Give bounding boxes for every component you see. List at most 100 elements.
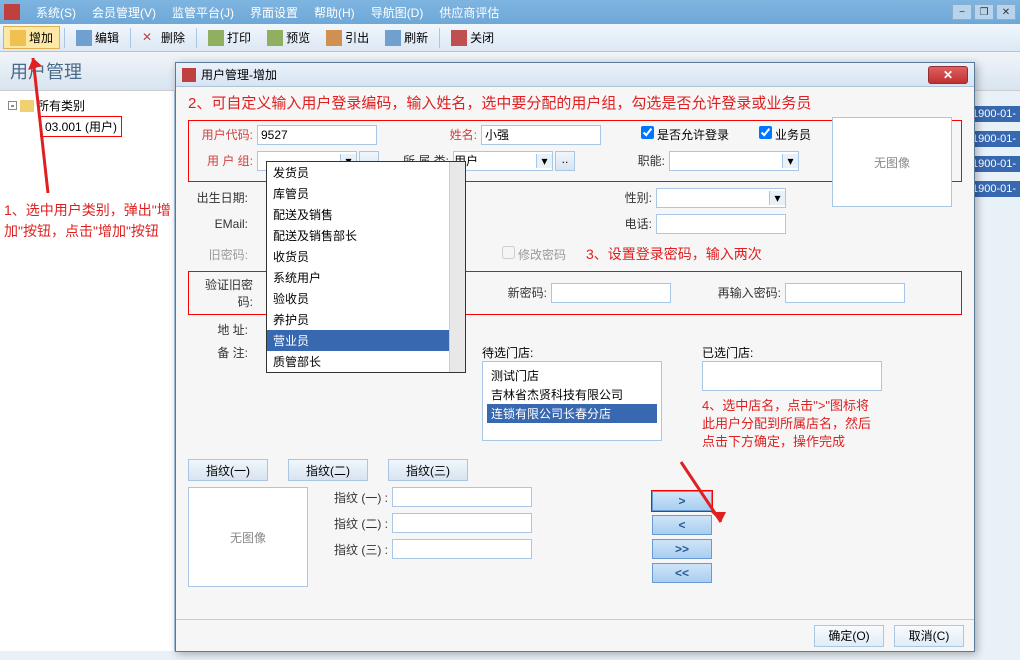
fp1-input[interactable]	[392, 487, 532, 507]
fingerprint-1-button[interactable]: 指纹(一)	[188, 459, 268, 481]
annotation-2: 2、可自定义输入用户登录编码，输入姓名，选中要分配的用户组，勾选是否允许登录或业…	[188, 93, 962, 116]
date-cell: 1900-01-	[970, 131, 1020, 147]
fp3-input[interactable]	[392, 539, 532, 559]
menu-system[interactable]: 系统(S)	[28, 4, 84, 21]
list-item[interactable]: 测试门店	[487, 366, 657, 385]
annotation-4: 4、选中店名，点击">"图标将此用户分配到所属店名，然后点击下方确定，操作完成	[702, 397, 882, 452]
salesman-checkbox[interactable]: 业务员	[759, 126, 811, 143]
print-button[interactable]: 打印	[201, 26, 258, 49]
salesman-label: 业务员	[775, 128, 811, 142]
menu-vendor[interactable]: 供应商评估	[431, 4, 507, 21]
window-close-button[interactable]: ✕	[996, 4, 1016, 20]
cancel-button[interactable]: 取消(C)	[894, 625, 964, 647]
dropdown-item-selected[interactable]: 营业员	[267, 330, 465, 351]
dropdown-item[interactable]: 配送及销售	[267, 204, 465, 225]
toolbar: 增加 编辑 ✕删除 打印 预览 引出 刷新 关闭	[0, 24, 1020, 52]
fingerprint-3-button[interactable]: 指纹(三)	[388, 459, 468, 481]
repeat-pwd-input[interactable]	[785, 283, 905, 303]
user-code-input[interactable]	[257, 125, 377, 145]
dropdown-scrollbar[interactable]	[449, 162, 465, 372]
window-restore-button[interactable]: ❐	[974, 4, 994, 20]
birth-label: 出生日期:	[188, 189, 248, 206]
menu-help[interactable]: 帮助(H)	[306, 4, 363, 21]
no-image-label: 无图像	[874, 154, 910, 171]
repeat-pwd-label: 再输入密码:	[701, 284, 781, 301]
user-code-label: 用户代码:	[193, 126, 253, 143]
email-label: EMail:	[188, 217, 248, 231]
refresh-icon	[385, 30, 401, 46]
fp2-input[interactable]	[392, 513, 532, 533]
dropdown-item[interactable]: 收货员	[267, 246, 465, 267]
chevron-down-icon: ▾	[782, 154, 798, 168]
remark-label: 备 注:	[188, 344, 248, 361]
role-label: 职能:	[605, 152, 665, 169]
delete-button[interactable]: ✕删除	[135, 26, 192, 49]
add-icon	[10, 30, 26, 46]
move-left-button[interactable]: <	[652, 515, 712, 535]
category-search-button[interactable]: ..	[555, 151, 575, 171]
selected-stores-list[interactable]	[702, 361, 882, 391]
list-item[interactable]: 吉林省杰贤科技有限公司	[487, 385, 657, 404]
list-item-selected[interactable]: 连锁有限公司长春分店	[487, 404, 657, 423]
date-cell: 1900-01-	[970, 106, 1020, 122]
move-all-left-button[interactable]: <<	[652, 563, 712, 583]
move-all-right-button[interactable]: >>	[652, 539, 712, 559]
dropdown-item[interactable]: 养护员	[267, 309, 465, 330]
export-label: 引出	[345, 29, 369, 46]
export-icon	[326, 30, 342, 46]
refresh-button[interactable]: 刷新	[378, 26, 435, 49]
ok-button[interactable]: 确定(O)	[814, 625, 884, 647]
phone-input[interactable]	[656, 214, 786, 234]
dropdown-item[interactable]: 配送及销售部长	[267, 225, 465, 246]
dropdown-item[interactable]: 质管部长	[267, 351, 465, 372]
gender-combo[interactable]: ▾	[656, 188, 786, 208]
annotation-3: 3、设置登录密码，输入两次	[586, 244, 762, 265]
menu-ui[interactable]: 界面设置	[242, 4, 306, 21]
fp3-label: 指纹 (三) :	[328, 541, 388, 558]
change-pwd-checkbox[interactable]: 修改密码	[502, 246, 566, 263]
close-icon	[451, 30, 467, 46]
dropdown-item[interactable]: 发货员	[267, 162, 465, 183]
change-pwd-label: 修改密码	[518, 248, 566, 262]
delete-icon: ✕	[142, 30, 158, 46]
verify-pwd-label: 验证旧密码:	[193, 276, 253, 310]
edit-label: 编辑	[95, 29, 119, 46]
window-minimize-button[interactable]: −	[952, 4, 972, 20]
tree-root[interactable]: -所有类别	[4, 95, 170, 116]
user-group-label: 用 户 组:	[193, 152, 253, 169]
fp2-label: 指纹 (二) :	[328, 515, 388, 532]
menu-member[interactable]: 会员管理(V)	[84, 4, 164, 21]
allow-login-checkbox[interactable]: 是否允许登录	[641, 126, 729, 143]
allow-login-label: 是否允许登录	[657, 128, 729, 142]
dialog-close-button[interactable]: ✕	[928, 66, 968, 84]
dialog-footer: 确定(O) 取消(C)	[176, 619, 974, 651]
dropdown-item[interactable]: 系统用户	[267, 267, 465, 288]
add-label: 增加	[29, 29, 53, 46]
dropdown-item[interactable]: 库管员	[267, 183, 465, 204]
menubar: 系统(S) 会员管理(V) 监管平台(J) 界面设置 帮助(H) 导航图(D) …	[0, 0, 1020, 24]
chevron-down-icon: ▾	[536, 154, 552, 168]
preview-button[interactable]: 预览	[260, 26, 317, 49]
new-pwd-label: 新密码:	[487, 284, 547, 301]
export-button[interactable]: 引出	[319, 26, 376, 49]
category-combo[interactable]: 用户▾	[453, 151, 553, 171]
old-pwd-label: 旧密码:	[188, 246, 248, 263]
menu-platform[interactable]: 监管平台(J)	[164, 4, 242, 21]
add-button[interactable]: 增加	[3, 26, 60, 49]
name-input[interactable]	[481, 125, 601, 145]
role-combo[interactable]: ▾	[669, 151, 799, 171]
preview-icon	[267, 30, 283, 46]
tree-child[interactable]: 03.001 (用户)	[40, 116, 122, 137]
date-cell: 1900-01-	[970, 181, 1020, 197]
move-right-button[interactable]: >	[652, 491, 712, 511]
photo-box: 无图像	[832, 117, 952, 207]
fp1-label: 指纹 (一) :	[328, 489, 388, 506]
close-button[interactable]: 关闭	[444, 26, 501, 49]
user-group-dropdown: 发货员 库管员 配送及销售 配送及销售部长 收货员 系统用户 验收员 养护员 营…	[266, 161, 466, 373]
pending-stores-list[interactable]: 测试门店 吉林省杰贤科技有限公司 连锁有限公司长春分店	[482, 361, 662, 441]
new-pwd-input[interactable]	[551, 283, 671, 303]
fingerprint-2-button[interactable]: 指纹(二)	[288, 459, 368, 481]
menu-nav[interactable]: 导航图(D)	[363, 4, 432, 21]
edit-button[interactable]: 编辑	[69, 26, 126, 49]
dropdown-item[interactable]: 验收员	[267, 288, 465, 309]
